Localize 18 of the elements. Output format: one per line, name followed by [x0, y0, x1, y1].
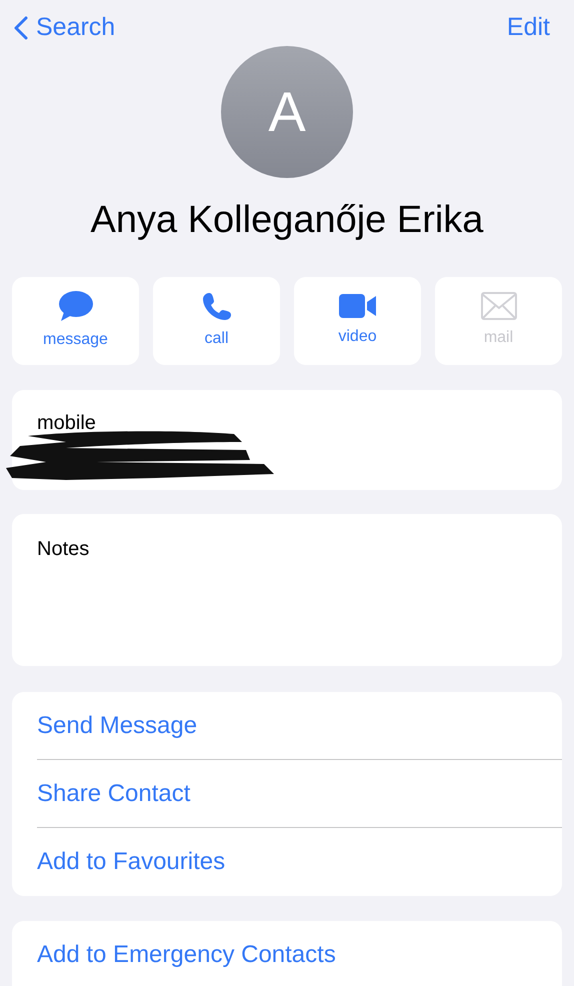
chevron-left-icon: [14, 16, 28, 40]
video-button[interactable]: video: [294, 277, 421, 365]
notes-label: Notes: [37, 537, 90, 562]
contact-name: Anya Kolleganője Erika: [90, 198, 484, 243]
message-button[interactable]: message: [12, 277, 139, 365]
phone-label: mobile: [37, 411, 97, 436]
envelope-icon: [480, 292, 516, 320]
action-link[interactable]: Share Contact: [37, 776, 190, 812]
emergency-link[interactable]: Add to Emergency Contacts: [37, 937, 336, 973]
action-link[interactable]: Add to Favourites: [37, 844, 226, 880]
edit-button[interactable]: Edit: [506, 9, 550, 47]
phone-icon: [202, 291, 232, 321]
speech-bubble-icon: [58, 290, 94, 322]
avatar: A: [221, 46, 353, 178]
call-button[interactable]: call: [153, 277, 280, 365]
back-button[interactable]: Search: [14, 9, 116, 47]
action-link[interactable]: Send Message: [37, 708, 198, 744]
video-camera-icon: [338, 293, 376, 319]
